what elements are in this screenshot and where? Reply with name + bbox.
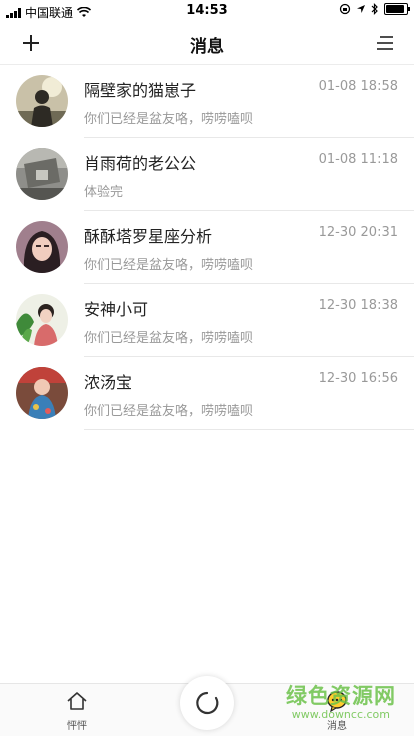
- message-item[interactable]: 浓汤宝 12-30 16:56 你们已经是盆友咯，唠唠嗑呗: [0, 357, 414, 430]
- avatar[interactable]: [16, 75, 68, 127]
- menu-icon[interactable]: [376, 33, 394, 53]
- contact-name: 安神小可: [84, 300, 149, 319]
- message-item[interactable]: 安神小可 12-30 18:38 你们已经是盆友咯，唠唠嗑呗: [0, 284, 414, 357]
- add-icon[interactable]: [18, 30, 44, 56]
- message-preview: 体验完: [84, 185, 124, 200]
- message-time: 01-08 18:58: [318, 79, 398, 94]
- battery-icon: [384, 3, 410, 15]
- tab-messages[interactable]: 消息: [297, 684, 377, 736]
- message-preview: 你们已经是盆友咯，唠唠嗑呗: [84, 404, 254, 419]
- home-icon: [67, 692, 87, 710]
- message-item[interactable]: 隔壁家的猫崽子 01-08 18:58 你们已经是盆友咯，唠唠嗑呗: [0, 65, 414, 138]
- status-bar: 中国联通 14:53: [0, 0, 414, 22]
- message-time: 01-08 11:18: [318, 152, 398, 167]
- lock-rotation-icon: [339, 3, 351, 15]
- contact-name: 浓汤宝: [84, 373, 133, 392]
- tab-messages-label: 消息: [327, 721, 347, 732]
- message-preview: 你们已经是盆友咯，唠唠嗑呗: [84, 112, 254, 127]
- center-action-button[interactable]: [180, 676, 234, 730]
- message-preview: 你们已经是盆友咯，唠唠嗑呗: [84, 331, 254, 346]
- message-item[interactable]: 酥酥塔罗星座分析 12-30 20:31 你们已经是盆友咯，唠唠嗑呗: [0, 211, 414, 284]
- chat-bubble-icon: [327, 691, 347, 712]
- message-preview: 你们已经是盆友咯，唠唠嗑呗: [84, 258, 254, 273]
- message-time: 12-30 16:56: [318, 371, 398, 386]
- location-icon: [357, 5, 365, 13]
- status-right: [339, 3, 410, 15]
- tab-home[interactable]: 怦怦: [37, 684, 117, 736]
- contact-name: 肖雨荷的老公公: [84, 154, 197, 173]
- message-item[interactable]: 肖雨荷的老公公 01-08 11:18 体验完: [0, 138, 414, 211]
- tab-home-label: 怦怦: [67, 721, 87, 732]
- divider: [84, 429, 414, 430]
- message-list: 隔壁家的猫崽子 01-08 18:58 你们已经是盆友咯，唠唠嗑呗 肖雨荷的老公…: [0, 65, 414, 430]
- avatar[interactable]: [16, 367, 68, 419]
- avatar[interactable]: [16, 294, 68, 346]
- nav-bar: 消息: [0, 22, 414, 65]
- bluetooth-icon: [371, 3, 378, 15]
- avatar[interactable]: [16, 148, 68, 200]
- contact-name: 酥酥塔罗星座分析: [84, 227, 213, 246]
- contact-name: 隔壁家的猫崽子: [84, 81, 197, 100]
- page-title: 消息: [190, 37, 224, 57]
- refresh-icon: [196, 691, 219, 715]
- avatar[interactable]: [16, 221, 68, 273]
- message-time: 12-30 18:38: [318, 298, 398, 313]
- message-time: 12-30 20:31: [318, 225, 398, 240]
